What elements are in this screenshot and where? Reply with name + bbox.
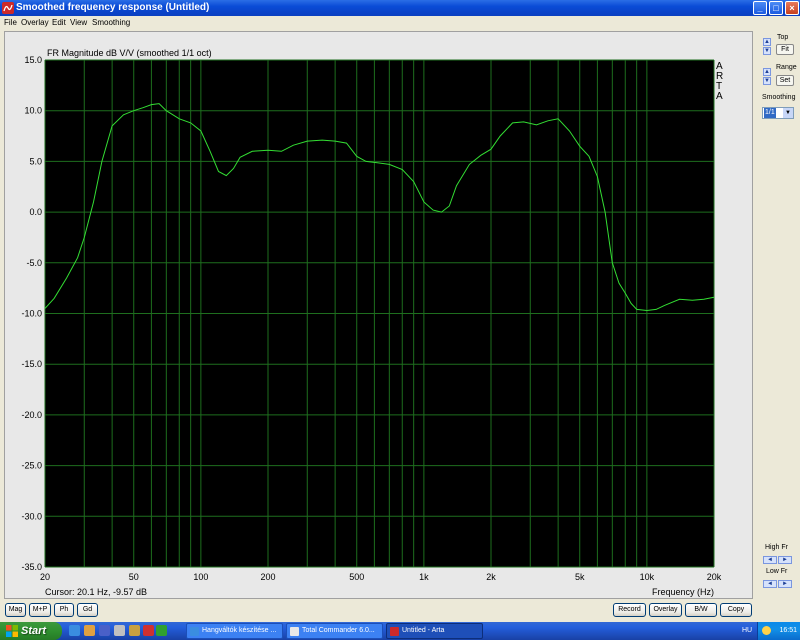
y-tick-label: -5.0 [26,258,42,268]
set-button[interactable]: Set [776,75,794,86]
mag-phase-button[interactable]: M+P [29,603,51,617]
x-axis-label: Frequency (Hz) [652,587,714,597]
chevron-down-icon[interactable]: ▼ [783,108,793,118]
x-tick-label: 1k [419,572,429,582]
x-tick-label: 500 [349,572,364,582]
y-tick-label: -20.0 [21,410,42,420]
windows-logo-icon [6,625,18,637]
plot-panel: 15.0 10.0 5.0 0.0 -5.0 -10.0 -15.0 -20.0 -25.0 -3… [4,31,753,599]
y-tick-label: -30.0 [21,511,42,521]
bottom-toolbar: Mag M+P Ph Gd Record Overlay B/W Copy [0,602,800,620]
y-tick-label: 15.0 [24,55,42,65]
arta-letter: A [716,91,723,102]
cursor-readout: Cursor: 20.1 Hz, -9.57 dB [45,587,147,597]
taskbar: Start Hangváltók készítése ... Total Com… [0,622,800,640]
firefox-icon[interactable] [84,625,95,636]
menu-file[interactable]: File [4,16,17,29]
x-tick-label: 10k [640,572,655,582]
start-button[interactable]: Start [0,622,62,640]
top-down-icon[interactable]: ▼ [763,47,771,55]
overlay-button[interactable]: Overlay [649,603,682,617]
y-tick-label: -35.0 [21,562,42,572]
title-bar[interactable]: Smoothed frequency response (Untitled) _… [0,0,800,16]
top-up-icon[interactable]: ▲ [763,38,771,46]
ie-task-icon [190,627,199,636]
range-down-icon[interactable]: ▼ [763,77,771,85]
arta-app-icon [2,2,14,14]
total-commander-icon [290,627,299,636]
high-fr-left-icon[interactable]: ◄ [763,556,777,564]
x-tick-label: 100 [193,572,208,582]
task-label: Total Commander 6.0... [302,627,375,634]
tools-icon[interactable] [114,625,125,636]
y-tick-label: 10.0 [24,106,42,116]
menu-smoothing[interactable]: Smoothing [92,16,130,29]
menu-overlay[interactable]: Overlay [21,16,49,29]
task-total-commander[interactable]: Total Commander 6.0... [286,623,383,639]
copy-button[interactable]: Copy [720,603,752,617]
group-delay-button[interactable]: Gd [77,603,98,617]
side-panel: ▲ ▼ Top Fit ▲ ▼ Range Set Smoothing 1/1 … [757,31,800,599]
menu-view[interactable]: View [70,16,87,29]
frequency-response-chart[interactable]: 15.0 10.0 5.0 0.0 -5.0 -10.0 -15.0 -20.0 -25.0 -3… [5,32,754,600]
close-icon[interactable]: × [785,1,799,15]
clock: 16:51 [779,627,797,634]
start-label: Start [21,625,47,637]
maximize-icon[interactable]: □ [769,1,783,15]
task-hangvaltok[interactable]: Hangváltók készítése ... [186,623,283,639]
range-up-icon[interactable]: ▲ [763,68,771,76]
low-fr-right-icon[interactable]: ► [778,580,792,588]
chart-title: FR Magnitude dB V/V (smoothed 1/1 oct) [47,48,212,58]
high-fr-right-icon[interactable]: ► [778,556,792,564]
x-tick-label: 5k [575,572,585,582]
y-tick-label: -15.0 [21,359,42,369]
fit-button[interactable]: Fit [776,44,794,55]
system-tray: 16:51 [757,622,800,640]
high-fr-label: High Fr [765,544,788,551]
y-tick-label: 5.0 [29,156,42,166]
low-fr-left-icon[interactable]: ◄ [763,580,777,588]
y-tick-label: -10.0 [21,309,42,319]
arta-quicklaunch-icon[interactable] [143,625,154,636]
menu-bar: File Overlay Edit View Smoothing [0,16,800,29]
arta-vertical-label: A R T A [716,61,723,102]
range-label: Range [776,64,797,71]
x-tick-label: 200 [260,572,275,582]
internet-explorer-icon[interactable] [69,625,80,636]
x-tick-labels: 20 50 100 200 500 1k 2k 5k 10k 20k [40,572,722,582]
smoothing-select[interactable]: 1/1 ▼ [762,107,794,119]
smoothing-value: 1/1 [764,108,776,118]
task-label: Hangváltók készítése ... [202,627,277,634]
top-label: Top [777,34,789,41]
task-arta[interactable]: Untitled - Arta [386,623,483,639]
tray-icon[interactable] [762,626,771,635]
language-indicator[interactable]: HU [742,622,752,640]
arta-task-icon [390,627,399,636]
window-title: Smoothed frequency response (Untitled) [16,2,210,13]
green-app-icon[interactable] [156,625,167,636]
y-tick-label: -25.0 [21,461,42,471]
phase-button[interactable]: Ph [54,603,74,617]
y-tick-label: 0.0 [29,207,42,217]
folder-icon[interactable] [129,625,140,636]
smoothing-label: Smoothing [762,94,796,101]
floppy-icon[interactable] [99,625,110,636]
mag-button[interactable]: Mag [5,603,26,617]
y-tick-labels: 15.0 10.0 5.0 0.0 -5.0 -10.0 -15.0 -20.0 -25.0 -3… [21,55,42,572]
arta-window: Smoothed frequency response (Untitled) _… [0,0,800,622]
menu-edit[interactable]: Edit [52,16,66,29]
task-label: Untitled - Arta [402,627,445,634]
minimize-icon[interactable]: _ [753,1,767,15]
low-fr-label: Low Fr [766,568,788,575]
x-tick-label: 2k [486,572,496,582]
record-button[interactable]: Record [613,603,646,617]
x-tick-label: 20k [707,572,722,582]
x-tick-label: 20 [40,572,50,582]
bw-button[interactable]: B/W [685,603,717,617]
x-tick-label: 50 [129,572,139,582]
